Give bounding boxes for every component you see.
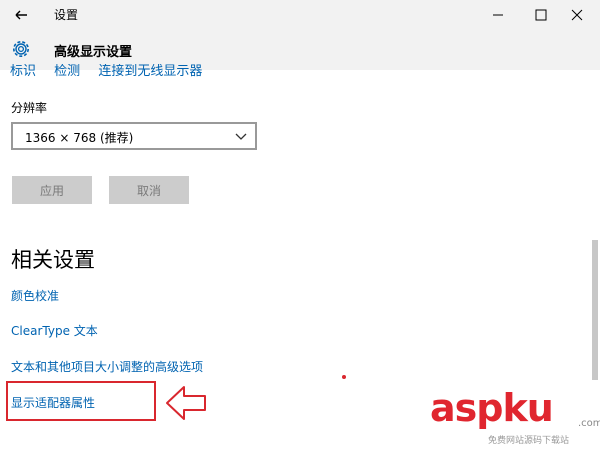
identify-link[interactable]: 标识 [10,64,36,78]
window-title: 设置 [54,8,79,22]
minimize-icon[interactable] [475,0,521,30]
gear-icon [13,41,29,57]
related-settings-heading: 相关设置 [11,248,95,272]
title-bar: 设置 [0,0,600,30]
watermark-subtitle: 免费网站源码下载站 [488,436,570,446]
red-dot [342,375,346,379]
scrollbar[interactable] [592,240,598,380]
connect-wireless-display-link[interactable]: 连接到无线显示器 [98,64,202,78]
color-calibration-link[interactable]: 颜色校准 [11,287,59,304]
advanced-sizing-link[interactable]: 文本和其他项目大小调整的高级选项 [11,358,203,375]
detect-link[interactable]: 检测 [54,64,80,78]
apply-button[interactable]: 应用 [12,176,92,204]
back-arrow-icon[interactable] [10,4,32,26]
cut-off-links: 标识 检测 连接到无线显示器 [10,64,216,78]
resolution-label: 分辨率 [11,101,48,115]
cleartype-text-link[interactable]: ClearType 文本 [11,322,98,339]
resolution-dropdown[interactable]: 1366 × 768 (推荐) [11,122,257,150]
watermark-tld: .com [578,418,600,429]
page-title: 高级显示设置 [54,45,133,60]
close-icon[interactable] [554,0,600,30]
watermark-logo: aspku .com 免费网站源码下载站 [430,386,600,453]
cancel-button[interactable]: 取消 [109,176,189,204]
highlight-box [6,381,156,421]
resolution-value: 1366 × 768 (推荐) [25,131,134,145]
watermark-text: aspku [430,386,554,430]
arrow-left-icon [166,386,206,420]
chevron-down-icon [235,133,247,140]
